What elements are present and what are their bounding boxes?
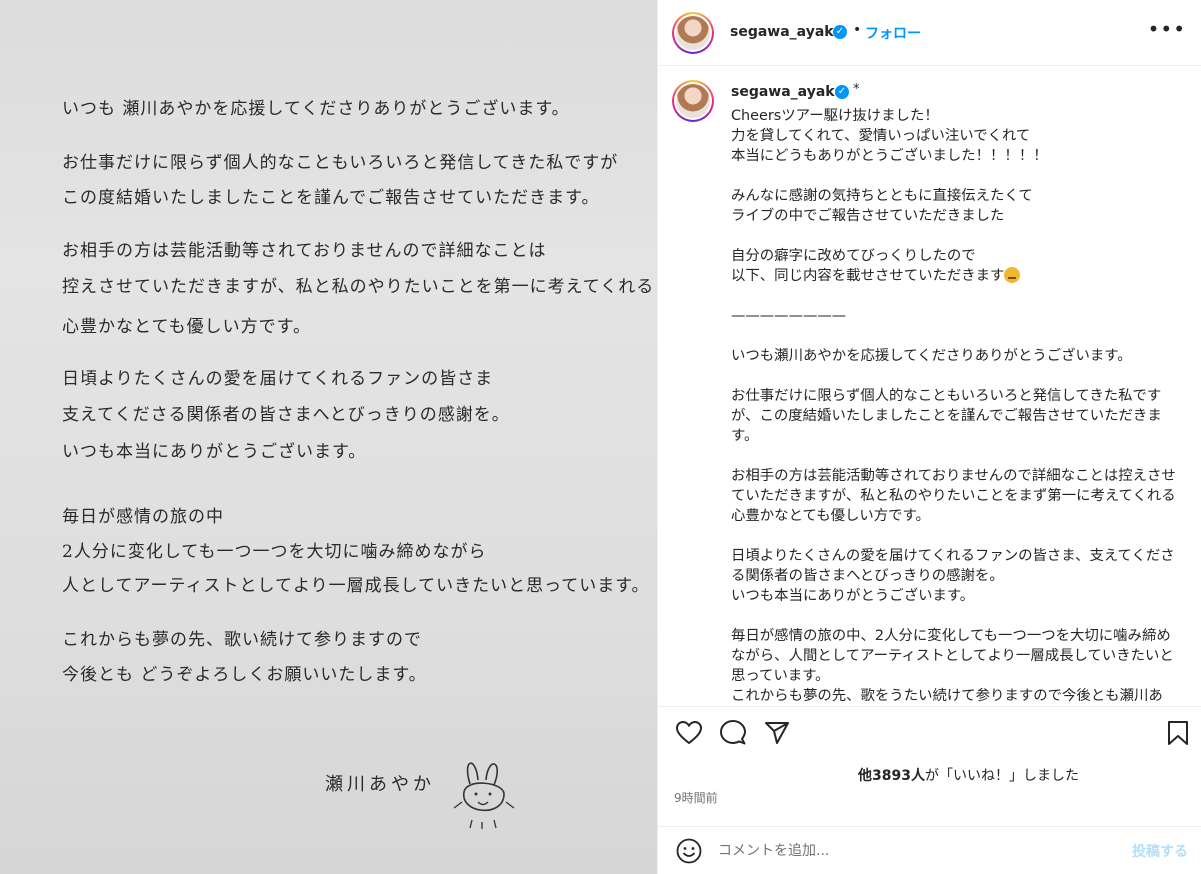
comment-icon[interactable] xyxy=(720,720,746,746)
post-side-panel: segawa_ayaka ✓ • フォロー ••• segawa_ayaka ✓… xyxy=(657,0,1201,874)
grimace-emoji-icon xyxy=(1004,267,1021,283)
letter-line: 毎日が感情の旅の中 xyxy=(62,507,224,527)
bunny-doodle-icon xyxy=(453,762,515,829)
letter-line: お仕事だけに限らず個人的なこともいろいろと発信してきた私ですが xyxy=(62,153,619,173)
separator-dot: • xyxy=(853,22,862,38)
bookmark-icon[interactable] xyxy=(1167,720,1189,746)
likes-prefix: 他 xyxy=(858,768,872,784)
letter-line: いつも本当にありがとうございます。 xyxy=(62,442,367,462)
emoji-icon[interactable] xyxy=(676,838,702,864)
post-comment-button[interactable]: 投稿する xyxy=(1132,841,1188,861)
letter-line: 控えさせていただきますが、私と私のやりたいことを第一に考えてくれる xyxy=(62,277,655,297)
caption-area: segawa_ayaka ✓ * Cheersツアー駆け抜けました！ 力を貸して… xyxy=(658,66,1201,706)
likes-suffix: が「いいね！」しました xyxy=(924,768,1079,784)
comment-input[interactable] xyxy=(718,839,1098,863)
caption-text-part: Cheersツアー駆け抜けました！ 力を貸してくれて、愛情いっぱい注いでくれて … xyxy=(731,108,1048,284)
avatar[interactable] xyxy=(672,12,714,54)
post-photo[interactable]: いつも 瀬川あやかを応援してくださりありがとうございます。 お仕事だけに限らず個… xyxy=(0,0,657,874)
caption-text: Cheersツアー駆け抜けました！ 力を貸してくれて、愛情いっぱい注いでくれて … xyxy=(731,106,1176,706)
caption-username[interactable]: segawa_ayaka xyxy=(731,84,844,100)
follow-button[interactable]: フォロー xyxy=(865,23,921,43)
heart-icon[interactable] xyxy=(676,721,702,745)
letter-signature: 瀬川あやか xyxy=(325,774,435,795)
header-username[interactable]: segawa_ayaka xyxy=(730,24,843,40)
letter-line: 支えてくださる関係者の皆さまへとびっきりの感謝を。 xyxy=(62,405,510,425)
instagram-post-view: いつも 瀬川あやかを応援してくださりありがとうございます。 お仕事だけに限らず個… xyxy=(0,0,1201,874)
post-timestamp[interactable]: 9時間前 xyxy=(674,789,718,806)
letter-line: 2人分に変化しても一つ一つを大切に噛み締めながら xyxy=(62,542,487,562)
verified-icon: ✓ xyxy=(833,25,847,39)
share-icon[interactable] xyxy=(764,721,790,745)
letter-line: お相手の方は芸能活動等されておりませんので詳細なことは xyxy=(62,241,547,261)
letter-line: 日頃よりたくさんの愛を届けてくれるファンの皆さま xyxy=(62,369,494,389)
likes-count[interactable]: 他3893人が「いいね！」しました xyxy=(858,765,1079,785)
letter-line: 今後とも どうぞよろしくお願いいたします。 xyxy=(62,665,427,685)
post-header: segawa_ayaka ✓ • フォロー ••• xyxy=(658,0,1201,66)
action-bar xyxy=(658,706,1201,758)
caption-avatar[interactable] xyxy=(672,80,714,122)
verified-icon: ✓ xyxy=(835,85,849,99)
letter-line: この度結婚いたしましたことを謹んでご報告させていただきます。 xyxy=(62,188,600,208)
letter-line: いつも 瀬川あやかを応援してくださりありがとうございます。 xyxy=(62,99,570,119)
letter-line: 人としてアーティストとしてより一層成長していきたいと思っています。 xyxy=(62,576,650,596)
handwritten-letter: いつも 瀬川あやかを応援してくださりありがとうございます。 お仕事だけに限らず個… xyxy=(0,0,657,874)
comment-bar: 投稿する xyxy=(658,826,1201,874)
caption-asterisk: * xyxy=(853,82,860,97)
letter-line: これからも夢の先、歌い続けて参りますので xyxy=(62,630,422,650)
letter-line: 心豊かなとても優しい方です。 xyxy=(62,317,311,337)
caption-text-part: ———————— いつも瀬川あやかを応援してくださりありがとうございます。 お仕… xyxy=(731,308,1176,704)
more-options-icon[interactable]: ••• xyxy=(1148,19,1186,39)
likes-number: 3893人 xyxy=(872,768,925,784)
